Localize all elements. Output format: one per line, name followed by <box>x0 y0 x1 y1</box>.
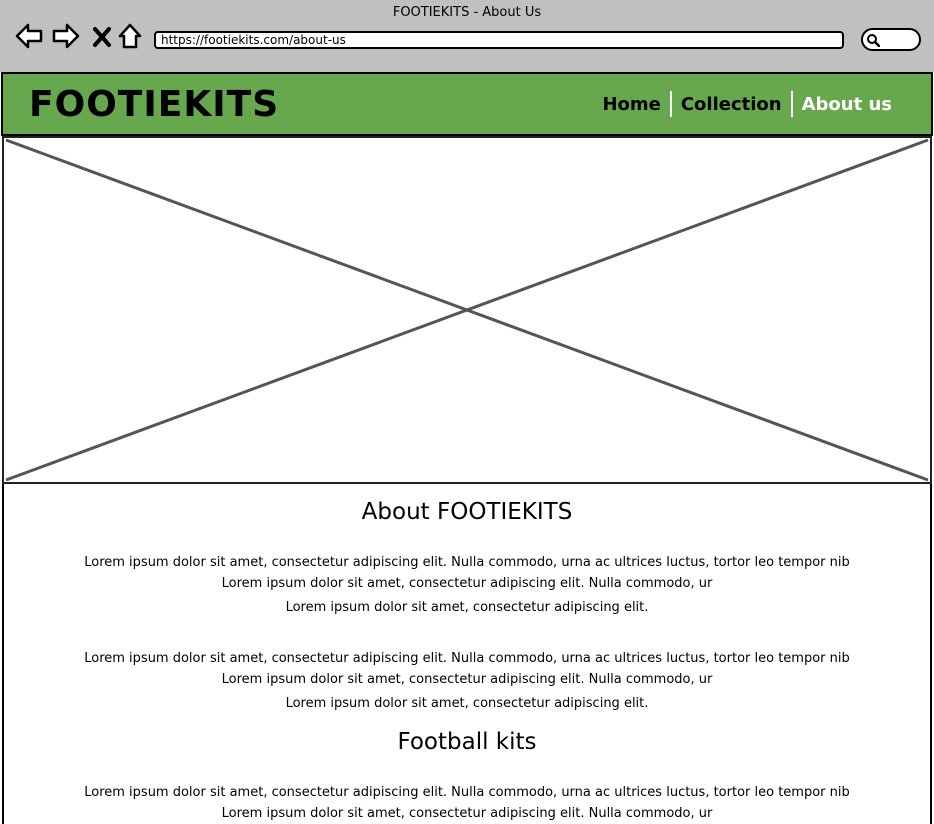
nav-about-us[interactable]: About us <box>793 92 901 117</box>
about-paragraph-2-line-2: Lorem ipsum dolor sit amet, consectetur … <box>221 672 713 687</box>
kits-paragraph-line-2: Lorem ipsum dolor sit amet, consectetur … <box>221 806 713 821</box>
nav-collection[interactable]: Collection <box>672 92 791 117</box>
site-logo[interactable]: FOOTIEKITS <box>29 84 279 125</box>
site-header: FOOTIEKITS Home Collection About us <box>1 72 933 136</box>
address-bar[interactable]: https://footiekits.com/about-us <box>154 31 844 49</box>
image-placeholder-icon <box>5 138 929 482</box>
close-icon[interactable] <box>88 20 118 52</box>
about-paragraph-2-line-3: Lorem ipsum dolor sit amet, consectetur … <box>285 696 649 711</box>
about-paragraph-1-line-1: Lorem ipsum dolor sit amet, consectetur … <box>84 555 850 570</box>
main-navigation: Home Collection About us <box>593 91 901 117</box>
window-title: FOOTIEKITS - About Us <box>392 5 542 20</box>
browser-chrome: FOOTIEKITS - About Us https://footiekits… <box>0 0 934 72</box>
search-icon <box>867 34 880 47</box>
hero-image-placeholder <box>2 136 932 484</box>
about-paragraph-1-line-2: Lorem ipsum dolor sit amet, consectetur … <box>221 576 713 591</box>
home-icon[interactable] <box>116 20 146 52</box>
forward-icon[interactable] <box>51 20 81 52</box>
about-heading: About FOOTIEKITS <box>361 499 573 525</box>
football-kits-heading: Football kits <box>397 729 537 755</box>
back-icon[interactable] <box>14 20 44 52</box>
about-paragraph-1-line-3: Lorem ipsum dolor sit amet, consectetur … <box>285 600 649 615</box>
browser-search-field[interactable] <box>861 28 921 51</box>
about-paragraph-2-line-1: Lorem ipsum dolor sit amet, consectetur … <box>84 651 850 666</box>
kits-paragraph-line-1: Lorem ipsum dolor sit amet, consectetur … <box>84 785 850 800</box>
nav-home[interactable]: Home <box>593 92 669 117</box>
